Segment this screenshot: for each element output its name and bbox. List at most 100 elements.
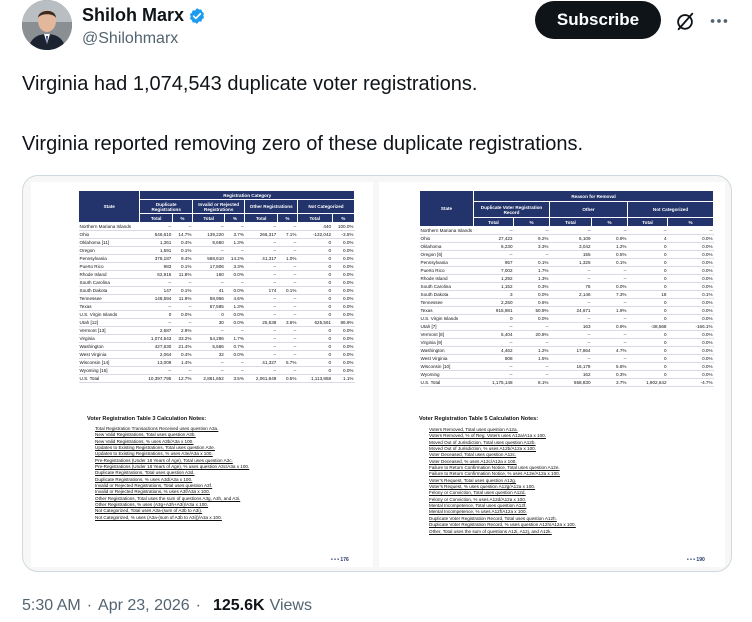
- value-cell: --: [277, 326, 298, 335]
- state-cell: Wisconsin [10]: [419, 362, 474, 371]
- table-row: Pennsylvania 957 0.1% 1,325 0.1% 0 0.0%: [419, 258, 714, 267]
- value-cell: 0.0%: [224, 286, 245, 295]
- state-cell: Wyoming: [419, 370, 474, 379]
- registration-category-table: State Registration Category Duplicate Re…: [77, 190, 356, 383]
- more-dots-icon[interactable]: [708, 10, 730, 32]
- value-cell: --: [244, 278, 278, 287]
- value-cell: 0.0%: [513, 290, 550, 299]
- state-cell: Oregon: [78, 246, 140, 255]
- tweet-media-image[interactable]: State Registration Category Duplicate Re…: [22, 175, 732, 572]
- state-cell: Northern Mariana Islands: [419, 226, 474, 235]
- value-cell: 3: [473, 290, 514, 299]
- value-cell: 378,187: [139, 254, 173, 263]
- value-cell: 0: [627, 242, 668, 251]
- value-cell: --: [549, 266, 592, 275]
- value-cell: 0.0%: [667, 266, 714, 275]
- tweet-text-line-2: Virginia reported removing zero of these…: [22, 133, 584, 155]
- state-cell: Wisconsin [14]: [78, 358, 140, 367]
- value-cell: 148,594: [139, 294, 173, 303]
- note-line: Duplicate Voter Registration Record, % u…: [429, 522, 576, 528]
- value-cell: 9.2%: [513, 234, 550, 243]
- value-cell: 3.7%: [591, 378, 628, 387]
- value-cell: 0.7%: [224, 342, 245, 351]
- value-cell: --: [627, 226, 668, 235]
- sub-pct: %: [331, 213, 356, 223]
- table-row: Rhode Island 62,915 11.8% 160 0.0% -- -- 0 0.0%: [78, 270, 355, 279]
- value-cell: 0: [297, 366, 333, 375]
- state-cell: West Virginia: [78, 350, 140, 359]
- meta-separator: ·: [195, 597, 201, 614]
- value-cell: --: [244, 334, 278, 343]
- author-handle[interactable]: @Shilohmarx: [82, 30, 178, 48]
- header-state: State: [77, 190, 141, 223]
- table-row: South Carolina -- -- -- -- -- -- 0 0.0%: [78, 278, 355, 287]
- value-cell: 0.0%: [667, 282, 714, 291]
- sub-pct: %: [276, 213, 298, 223]
- value-cell: 17,864: [549, 346, 592, 355]
- table-row: Northern Mariana Islands -- -- -- -- -- -- 440 1…: [78, 222, 355, 231]
- value-cell: 4.6%: [224, 294, 245, 303]
- state-cell: Pennsylvania: [419, 258, 474, 267]
- value-cell: --: [473, 338, 514, 347]
- header-group: Reason for Removal: [472, 190, 715, 202]
- value-cell: 9,660: [192, 238, 225, 247]
- value-cell: --: [224, 366, 245, 375]
- value-cell: 18: [627, 290, 668, 299]
- value-cell: 0: [297, 246, 333, 255]
- table-row: Puerto Rico 7,002 1.7% -- -- 0 0.0%: [419, 266, 714, 275]
- value-cell: 2,064: [139, 350, 173, 359]
- value-cell: 0.1%: [667, 290, 714, 299]
- value-cell: 147: [139, 286, 173, 295]
- value-cell: 86.9%: [332, 318, 355, 327]
- avatar[interactable]: [22, 0, 72, 50]
- page-number-value: 176: [340, 557, 349, 563]
- value-cell: 11.8%: [172, 270, 193, 279]
- value-cell: 17,806: [192, 262, 225, 271]
- slash-circle-icon[interactable]: [674, 10, 696, 32]
- value-cell: 155: [549, 250, 592, 259]
- value-cell: --: [277, 350, 298, 359]
- value-cell: 0.5%: [277, 374, 298, 383]
- value-cell: 0.0%: [224, 350, 245, 359]
- value-cell: 0.0%: [667, 306, 714, 315]
- state-cell: Tennessee: [419, 298, 474, 307]
- value-cell: 0.0%: [667, 234, 714, 243]
- value-cell: --: [473, 226, 514, 235]
- table-row: Oklahoma 6,230 3.3% 3,042 1.2% 0 0.0%: [419, 242, 714, 251]
- value-cell: 58,956: [192, 294, 225, 303]
- display-name[interactable]: Shiloh Marx: [82, 5, 184, 26]
- value-cell: --: [139, 278, 173, 287]
- value-cell: 1,152: [473, 282, 514, 291]
- value-cell: --: [473, 322, 514, 331]
- value-cell: --: [192, 222, 225, 231]
- value-cell: --: [277, 278, 298, 287]
- value-cell: 100.0%: [332, 222, 355, 231]
- table-row: Washington 427,630 21.4% 5,566 0.7% -- -- 0 0.0%: [78, 342, 355, 351]
- value-cell: 0: [297, 326, 333, 335]
- value-cell: --: [591, 266, 628, 275]
- value-cell: 0: [297, 358, 333, 367]
- report-page-right: State Reason for Removal Duplicate Voter…: [379, 182, 725, 567]
- value-cell: 0: [627, 346, 668, 355]
- value-cell: 3.7%: [224, 230, 245, 239]
- tweet-time[interactable]: 5:30 AM: [22, 597, 81, 615]
- subscribe-button[interactable]: Subscribe: [535, 1, 661, 39]
- table-row: Oregon [6] -- -- 155 0.5% 0 0.0%: [419, 250, 714, 259]
- value-cell: 0: [297, 262, 333, 271]
- value-cell: --: [591, 338, 628, 347]
- value-cell: 6,109: [549, 234, 592, 243]
- value-cell: --: [244, 302, 278, 311]
- value-cell: --: [224, 326, 245, 335]
- state-cell: Texas: [78, 302, 140, 311]
- value-cell: 1,292: [473, 274, 514, 283]
- value-cell: 427,630: [139, 342, 173, 351]
- value-cell: --: [549, 338, 592, 347]
- avatar-photo: [22, 0, 72, 50]
- tweet-date[interactable]: Apr 23, 2026: [98, 597, 190, 615]
- value-cell: 0.0%: [667, 354, 714, 363]
- value-cell: 0.0%: [332, 278, 355, 287]
- value-cell: 0.0%: [332, 350, 355, 359]
- value-cell: 0.4%: [172, 238, 193, 247]
- value-cell: 0.9%: [591, 234, 628, 243]
- value-cell: 16,179: [549, 362, 592, 371]
